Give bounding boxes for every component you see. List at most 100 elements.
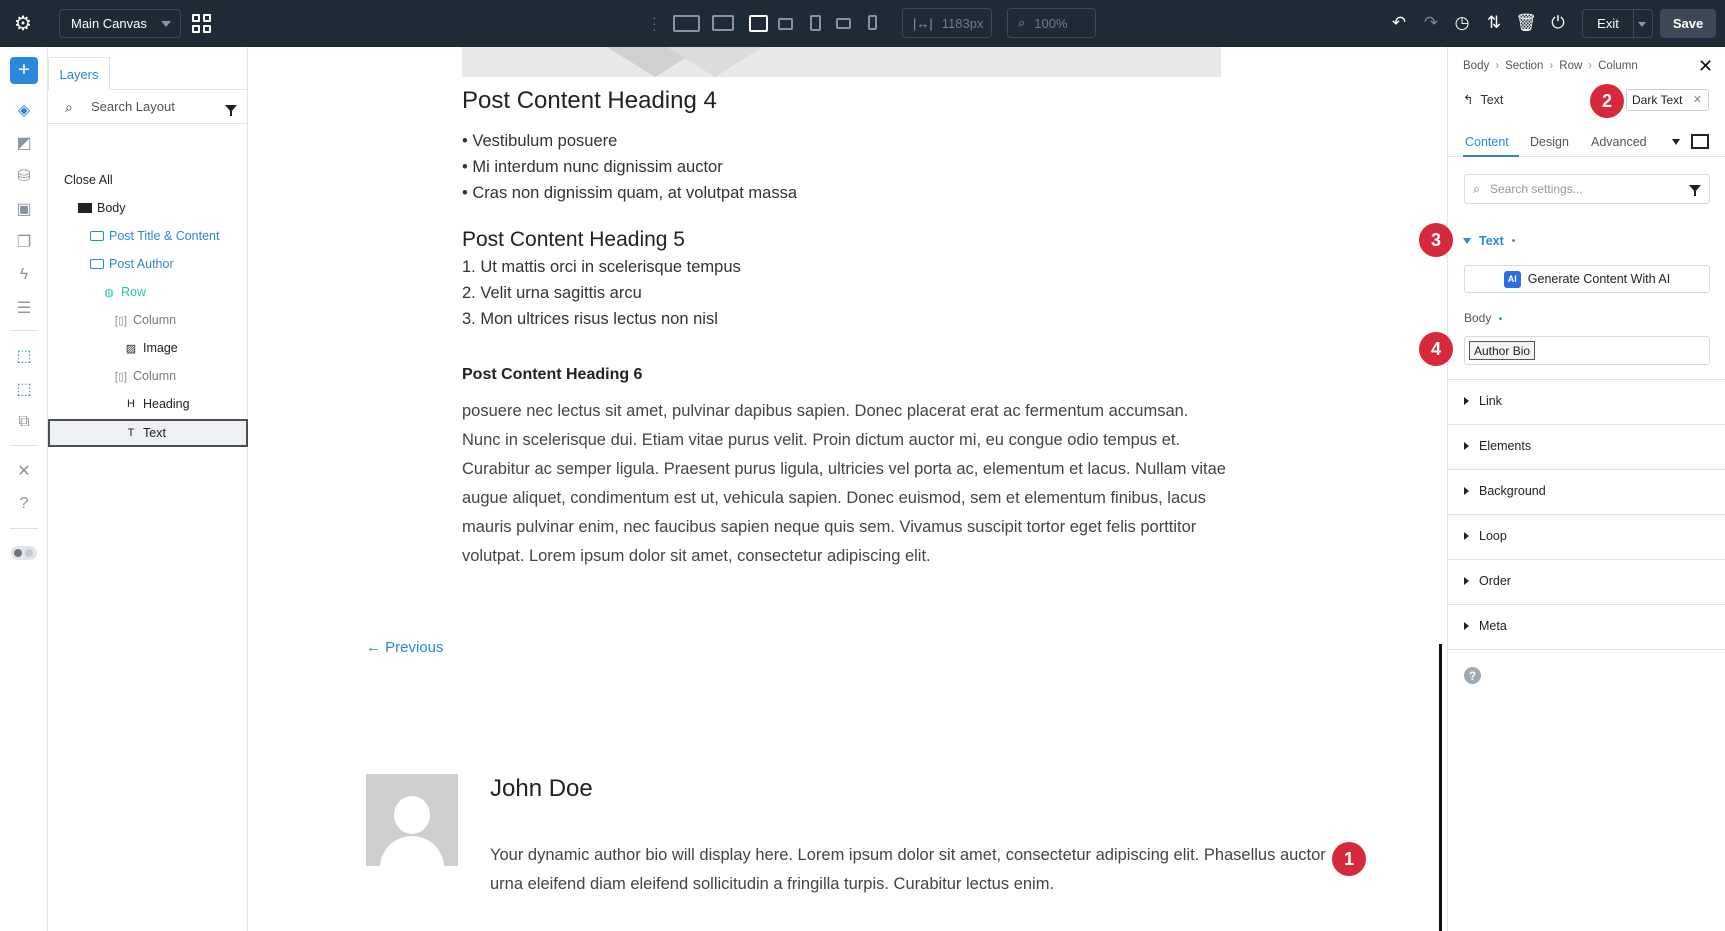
desktop-wide-icon[interactable] [673, 15, 700, 32]
design-library-icon[interactable]: ◩ [12, 132, 36, 154]
history-icon[interactable]: ◷ [1452, 13, 1472, 33]
responsive-view-icon[interactable]: ⧉ [12, 411, 36, 433]
breadcrumb-item[interactable]: Column [1598, 60, 1638, 72]
phone-landscape-icon[interactable] [836, 18, 851, 29]
preview-box-icon[interactable] [1691, 134, 1709, 149]
author-avatar[interactable] [366, 774, 458, 866]
grid-view-icon[interactable] [192, 14, 211, 33]
breadcrumb: Body › Section › Row › Column [1463, 60, 1638, 72]
redo-icon[interactable]: ↷ [1421, 13, 1441, 33]
help-icon[interactable]: ? [12, 493, 36, 515]
layer-item-text[interactable]: T Text [48, 419, 248, 447]
presets-icon[interactable]: ▣ [12, 198, 36, 220]
laptop-icon[interactable] [749, 15, 768, 32]
section-elements[interactable]: Elements [1464, 439, 1531, 453]
tablet-portrait-icon[interactable] [810, 15, 821, 31]
tab-advanced[interactable]: Advanced [1591, 135, 1647, 149]
power-icon[interactable]: ⏻ [1548, 13, 1568, 33]
database-icon[interactable]: ⛁ [12, 165, 36, 187]
close-icon[interactable]: ✕ [1698, 56, 1713, 77]
featured-image[interactable] [462, 47, 1221, 77]
help-icon[interactable]: ? [1464, 667, 1481, 684]
chevron-right-icon [1464, 622, 1469, 630]
breadcrumb-item[interactable]: Row [1559, 60, 1582, 72]
layer-item-column[interactable]: [▯] Column [48, 307, 248, 333]
canvas-width-field[interactable]: |↔| 1183px [902, 8, 992, 38]
section-divider [1448, 469, 1725, 470]
filter-icon[interactable] [225, 105, 237, 116]
tab-layers[interactable]: Layers [48, 57, 110, 90]
dynamic-content-chip[interactable]: Author Bio [1469, 341, 1536, 360]
content-heading-5[interactable]: Post Content Heading 5 [462, 228, 685, 252]
bullet-list[interactable]: • Vestibulum posuere • Mi interdum nunc … [462, 128, 797, 206]
canvas-scrollbar[interactable] [1439, 644, 1442, 931]
exit-button[interactable]: Exit [1582, 9, 1634, 38]
breadcrumb-item[interactable]: Body [1463, 60, 1489, 72]
canvas-select-label: Main Canvas [71, 16, 147, 31]
add-icon[interactable]: + [10, 57, 38, 84]
layer-item-column[interactable]: [▯] Column [48, 363, 248, 389]
section-background[interactable]: Background [1464, 484, 1546, 498]
phone-portrait-icon[interactable] [868, 15, 877, 30]
back-arrow-icon[interactable]: ↰ [1463, 92, 1473, 107]
layer-item-body[interactable]: Body [48, 195, 248, 221]
exit-dropdown-icon[interactable] [1633, 9, 1653, 38]
section-link[interactable]: Link [1464, 394, 1502, 408]
zoom-field[interactable]: ⌕ 100% [1007, 8, 1096, 38]
drag-handle-icon[interactable]: · · · [652, 10, 658, 36]
remove-preset-icon[interactable]: ✕ [1693, 93, 1702, 106]
layer-item-heading[interactable]: H Heading [48, 391, 248, 417]
tab-content[interactable]: Content [1465, 135, 1509, 149]
layer-item-post-title-content[interactable]: Post Title & Content [48, 223, 248, 249]
content-paragraph[interactable]: posuere nec lectus sit amet, pulvinar da… [462, 397, 1228, 571]
list-icon[interactable]: ☰ [12, 297, 36, 319]
section-meta[interactable]: Meta [1464, 619, 1507, 633]
lightning-icon[interactable]: ϟ [12, 264, 36, 286]
settings-search-input[interactable]: ⌕ Search settings... [1464, 174, 1710, 204]
layer-item-row[interactable]: ◍ Row [48, 279, 248, 305]
desktop-icon[interactable] [712, 15, 734, 31]
tab-dropdown-icon[interactable] [1672, 139, 1680, 145]
undo-icon[interactable]: ↶ [1389, 13, 1409, 33]
settings-search-placeholder: Search settings... [1490, 182, 1583, 196]
column-icon: [▯] [114, 370, 128, 383]
layer-item-post-author[interactable]: Post Author [48, 251, 248, 277]
numbered-list[interactable]: 1. Ut mattis orci in scelerisque tempus … [462, 254, 741, 332]
content-heading-6[interactable]: Post Content Heading 6 [462, 366, 642, 384]
canvas-select[interactable]: Main Canvas [59, 9, 181, 38]
sort-arrows-icon[interactable]: ⇅ [1484, 13, 1504, 33]
settings-tabs: Content Design Advanced [1448, 127, 1725, 157]
multi-select-icon[interactable]: ⬚ [12, 378, 36, 400]
tools-icon[interactable]: ✕ [12, 460, 36, 482]
pages-icon[interactable]: ❐ [12, 231, 36, 253]
layers-icon[interactable]: ◈ [12, 99, 36, 121]
layers-search-placeholder: Search Layout [91, 99, 175, 114]
rail-divider [10, 445, 38, 446]
chevron-right-icon [1464, 577, 1469, 585]
filter-icon[interactable] [1689, 185, 1701, 196]
body-field[interactable]: Author Bio [1464, 336, 1710, 365]
page-canvas[interactable]: Post Content Heading 4 • Vestibulum posu… [249, 47, 1447, 931]
tablet-landscape-icon[interactable] [778, 18, 793, 30]
text-icon: T [127, 427, 135, 439]
settings-gear-icon[interactable]: ⚙ [8, 0, 38, 47]
author-bio[interactable]: Your dynamic author bio will display her… [490, 841, 1335, 899]
section-order[interactable]: Order [1464, 574, 1511, 588]
previous-post-link[interactable]: ← Previous [366, 639, 444, 656]
section-loop[interactable]: Loop [1464, 529, 1507, 543]
content-heading-4[interactable]: Post Content Heading 4 [462, 87, 717, 115]
layer-item-image[interactable]: ▨ Image [48, 335, 248, 361]
section-divider [1448, 604, 1725, 605]
generate-ai-button[interactable]: AI Generate Content With AI [1464, 265, 1710, 293]
tab-design[interactable]: Design [1530, 135, 1569, 149]
layers-search-input[interactable]: ⌕ Search Layout [48, 90, 248, 124]
preset-tag[interactable]: Dark Text ✕ [1626, 89, 1709, 111]
breadcrumb-item[interactable]: Section [1505, 60, 1543, 72]
author-name[interactable]: John Doe [490, 775, 593, 803]
select-module-icon[interactable]: ⬚ [12, 345, 36, 367]
theme-toggle[interactable] [11, 546, 37, 560]
section-text-header[interactable]: Text • [1463, 234, 1515, 248]
save-button[interactable]: Save [1660, 9, 1716, 38]
trash-icon[interactable]: 🗑 [1515, 13, 1537, 33]
close-all-button[interactable]: Close All [48, 167, 248, 193]
